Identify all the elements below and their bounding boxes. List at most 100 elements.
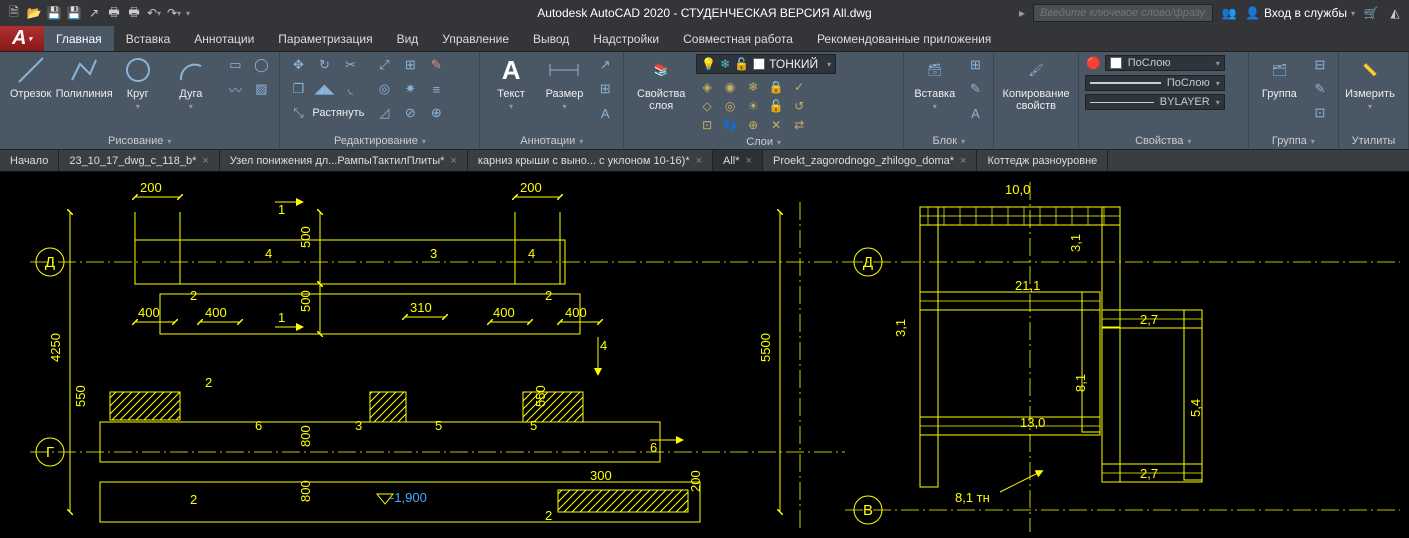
layer-on-icon[interactable]: ◎ xyxy=(719,97,741,115)
layer-thaw-icon[interactable]: ☀ xyxy=(742,97,764,115)
close-icon[interactable]: × xyxy=(960,155,966,167)
tab-addins[interactable]: Надстройки xyxy=(581,26,671,51)
layer-state-icon[interactable]: ⊡ xyxy=(696,116,718,134)
file-tab[interactable]: карниз крыши с выно... с уклоном 10-16)*… xyxy=(468,150,713,171)
cloud-icon[interactable]: ↗ xyxy=(86,5,102,21)
layer-uniso-icon[interactable]: ◇ xyxy=(696,97,718,115)
ellipse-icon[interactable]: ◯ xyxy=(249,54,273,76)
app-menu-button[interactable]: A▾ xyxy=(0,26,44,51)
open-icon[interactable]: 📂 xyxy=(26,5,42,21)
break-icon[interactable]: ⊘ xyxy=(398,102,422,124)
file-tab[interactable]: All*× xyxy=(713,150,763,171)
group-edit-icon[interactable]: ✎ xyxy=(1308,78,1332,100)
tab-collaborate[interactable]: Совместная работа xyxy=(671,26,805,51)
layer-walk-icon[interactable]: 👣 xyxy=(719,116,741,134)
arc-tool[interactable]: Дуга▾ xyxy=(166,54,215,111)
redo-icon[interactable]: ↷▾ xyxy=(166,5,182,21)
chamfer-icon[interactable]: ◿ xyxy=(372,102,396,124)
attr-icon[interactable]: A xyxy=(963,102,987,124)
leader-icon[interactable]: ↗ xyxy=(593,54,617,76)
table-icon[interactable]: ⊞ xyxy=(593,78,617,100)
align-icon[interactable]: ≡ xyxy=(424,78,448,100)
mirror-icon[interactable]: ◢◣ xyxy=(312,78,336,100)
erase-icon[interactable]: ✎ xyxy=(424,54,448,76)
layer-properties-tool[interactable]: 📚Свойства слоя xyxy=(630,54,692,112)
line-tool[interactable]: Отрезок xyxy=(6,54,55,100)
login-button[interactable]: 👤 Вход в службы ▾ xyxy=(1245,6,1355,20)
explode-icon[interactable]: ✷ xyxy=(398,78,422,100)
stretch-icon[interactable]: ⤡ xyxy=(286,102,310,124)
color-wheel-icon[interactable]: 🔴 xyxy=(1085,54,1103,72)
match-properties-tool[interactable]: 🖌Копирование свойств xyxy=(1000,54,1071,112)
array-icon[interactable]: ⊞ xyxy=(398,54,422,76)
tab-insert[interactable]: Вставка xyxy=(114,26,183,51)
layer-match-icon[interactable]: ✓ xyxy=(788,78,810,96)
join-icon[interactable]: ⊕ xyxy=(424,102,448,124)
close-icon[interactable]: × xyxy=(746,155,752,167)
group-tool[interactable]: 🗂Группа xyxy=(1255,54,1304,100)
window-title: Autodesk AutoCAD 2020 - СТУДЕНЧЕСКАЯ ВЕР… xyxy=(537,6,871,20)
file-tab[interactable]: Коттедж разноуровне xyxy=(977,150,1108,171)
layer-chg-icon[interactable]: ⇄ xyxy=(788,116,810,134)
tab-featured[interactable]: Рекомендованные приложения xyxy=(805,26,1003,51)
text-tool[interactable]: AТекст▾ xyxy=(486,54,535,111)
search-input[interactable] xyxy=(1033,4,1213,22)
file-tab[interactable]: Начало xyxy=(0,150,59,171)
trim-icon[interactable]: ✂ xyxy=(338,54,362,76)
spline-icon[interactable]: 〰 xyxy=(223,78,247,100)
cart-icon[interactable]: 🛒 xyxy=(1363,5,1379,21)
layer-lock2-icon[interactable]: 🔒 xyxy=(765,78,787,96)
plot-icon[interactable]: 🖶 xyxy=(106,5,122,21)
tab-annotate[interactable]: Аннотации xyxy=(182,26,266,51)
tab-parametric[interactable]: Параметризация xyxy=(266,26,384,51)
layer-del-icon[interactable]: ✕ xyxy=(765,116,787,134)
undo-icon[interactable]: ↶▾ xyxy=(146,5,162,21)
edit-block-icon[interactable]: ✎ xyxy=(963,78,987,100)
layer-prev-icon[interactable]: ↺ xyxy=(788,97,810,115)
new-icon[interactable]: 🗎 xyxy=(6,5,22,21)
color-combo[interactable]: ПоСлою▾ xyxy=(1105,55,1225,71)
tab-output[interactable]: Вывод xyxy=(521,26,581,51)
rotate-icon[interactable]: ↻ xyxy=(312,54,336,76)
layer-iso-icon[interactable]: ◈ xyxy=(696,78,718,96)
ungroup-icon[interactable]: ⊟ xyxy=(1308,54,1332,76)
qat-more[interactable]: ▾ xyxy=(186,9,190,18)
saveas-icon[interactable]: 💾 xyxy=(66,5,82,21)
file-tab[interactable]: 23_10_17_dwg_c_118_b*× xyxy=(59,150,219,171)
close-icon[interactable]: × xyxy=(450,155,456,167)
measure-tool[interactable]: 📏Измерить▾ xyxy=(1345,54,1395,111)
layer-unlock-icon[interactable]: 🔓 xyxy=(765,97,787,115)
insert-block-tool[interactable]: 🗃Вставка▾ xyxy=(910,54,959,111)
drawing-canvas[interactable]: Д Г 4250 200 200 500 500 310 400 400 400… xyxy=(0,172,1409,538)
hatch-icon[interactable]: ▨ xyxy=(249,78,273,100)
rect-icon[interactable]: ▭ xyxy=(223,54,247,76)
layer-merge-icon[interactable]: ⊕ xyxy=(742,116,764,134)
move-icon[interactable]: ✥ xyxy=(286,54,310,76)
layer-dropdown[interactable]: 💡 ❄ 🔓 ТОНКИЙ ▾ xyxy=(696,54,836,74)
autodesk-icon[interactable]: ◭ xyxy=(1387,5,1403,21)
file-tab[interactable]: Proekt_zagorodnogo_zhilogo_doma*× xyxy=(763,150,977,171)
connect-icon[interactable]: 👥 xyxy=(1221,5,1237,21)
fillet-icon[interactable]: ◟ xyxy=(338,78,362,100)
close-icon[interactable]: × xyxy=(202,155,208,167)
file-tab[interactable]: Узел понижения дл...РампыТактилПлиты*× xyxy=(220,150,468,171)
layer-off-icon[interactable]: ◉ xyxy=(719,78,741,96)
copy-icon[interactable]: ❐ xyxy=(286,78,310,100)
group-select-icon[interactable]: ⊡ xyxy=(1308,102,1332,124)
print-icon[interactable]: 🖶 xyxy=(126,5,142,21)
linetype-combo[interactable]: BYLAYER▾ xyxy=(1085,94,1225,110)
circle-tool[interactable]: Круг▾ xyxy=(113,54,162,111)
mtext-icon[interactable]: A xyxy=(593,102,617,124)
polyline-tool[interactable]: Полилиния xyxy=(59,54,109,100)
offset-icon[interactable]: ◎ xyxy=(372,78,396,100)
close-icon[interactable]: × xyxy=(696,155,702,167)
scale-icon[interactable]: ⤢ xyxy=(372,54,396,76)
save-icon[interactable]: 💾 xyxy=(46,5,62,21)
tab-home[interactable]: Главная xyxy=(44,26,114,51)
define-block-icon[interactable]: ⊞ xyxy=(963,54,987,76)
layer-freeze2-icon[interactable]: ❄ xyxy=(742,78,764,96)
tab-view[interactable]: Вид xyxy=(385,26,431,51)
tab-manage[interactable]: Управление xyxy=(430,26,521,51)
lineweight-combo[interactable]: ПоСлою▾ xyxy=(1085,75,1225,91)
dimension-tool[interactable]: Размер▾ xyxy=(540,54,589,111)
